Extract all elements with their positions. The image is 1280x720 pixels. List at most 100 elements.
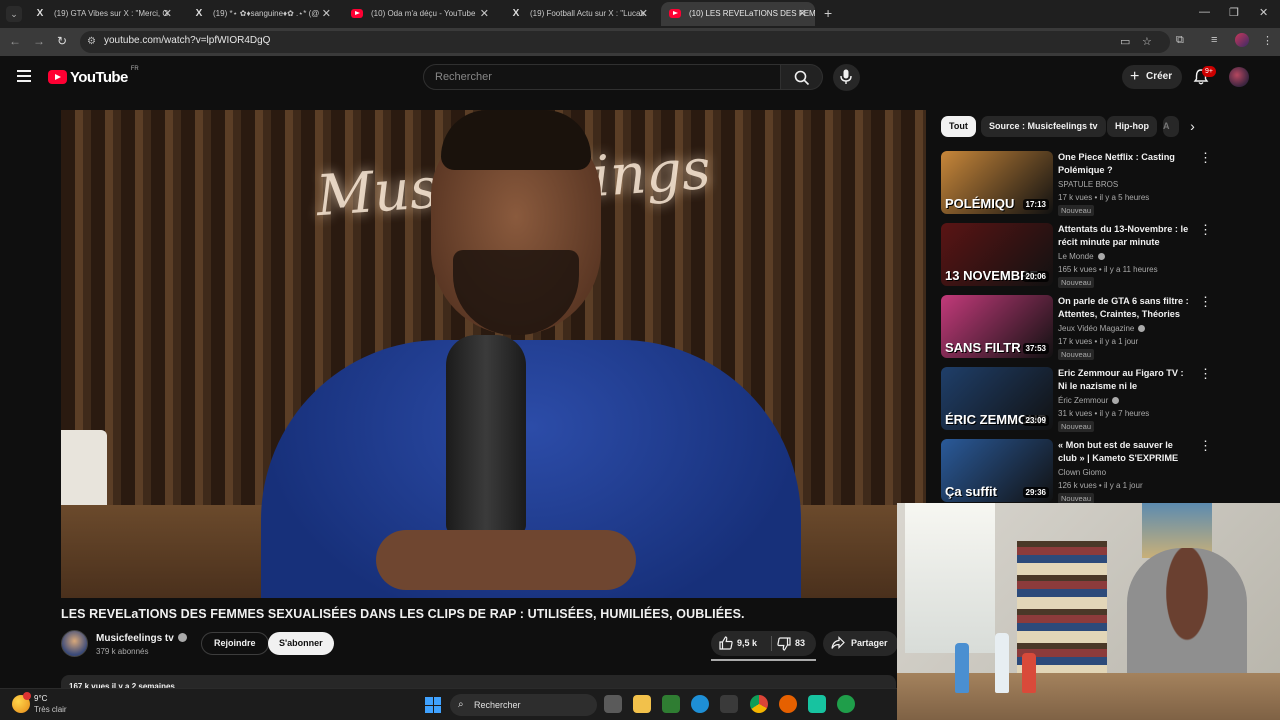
share-button[interactable]: Partager xyxy=(823,631,898,656)
file-explorer-icon[interactable] xyxy=(633,695,651,713)
extensions-icon[interactable]: ⧉ xyxy=(1176,34,1184,47)
youtube-play-icon xyxy=(48,70,67,84)
join-button[interactable]: Rejoindre xyxy=(201,632,269,655)
more-actions-icon[interactable]: ⋮ xyxy=(1199,439,1212,452)
video-thumbnail[interactable]: 13 NOVEMBRE 20:06 xyxy=(941,223,1053,286)
site-info-icon[interactable]: ⚙ xyxy=(87,36,99,48)
close-window-icon[interactable]: ✕ xyxy=(1259,6,1268,19)
video-thumbnail[interactable]: POLÉMIQU 17:13 xyxy=(941,151,1053,214)
more-actions-icon[interactable]: ⋮ xyxy=(1199,223,1212,236)
xbox-icon[interactable] xyxy=(837,695,855,713)
chip-source[interactable]: Source : Musicfeelings tv xyxy=(981,116,1106,137)
reading-list-icon[interactable]: ≡ xyxy=(1211,34,1217,46)
recommendation-channel[interactable]: Éric Zemmour xyxy=(1058,396,1120,405)
recommendation-channel-name[interactable]: SPATULE BROS xyxy=(1058,180,1118,189)
nvidia-icon[interactable] xyxy=(662,695,680,713)
dislike-button[interactable]: 83 xyxy=(777,631,805,656)
youtube-masthead: YouTube FR + Créer 9+ xyxy=(0,56,1280,100)
more-actions-icon[interactable]: ⋮ xyxy=(1199,295,1212,308)
more-actions-icon[interactable]: ⋮ xyxy=(1199,151,1212,164)
chip-truncated[interactable]: A xyxy=(1163,116,1179,137)
recommendation-channel[interactable]: Le Monde xyxy=(1058,252,1105,261)
recommendation-title[interactable]: « Mon but est de sauver le club » | Kame… xyxy=(1058,439,1194,466)
microphone-icon xyxy=(840,69,852,84)
cast-icon[interactable]: ▭ xyxy=(1120,35,1130,48)
more-actions-icon[interactable]: ⋮ xyxy=(1199,367,1212,380)
browser-tab[interactable]: (10) Oda m'a déçu - YouTube ✕ xyxy=(343,2,497,26)
close-icon[interactable]: ✕ xyxy=(322,2,331,26)
close-icon[interactable]: ✕ xyxy=(163,2,172,26)
create-button[interactable]: + Créer xyxy=(1122,65,1183,89)
windows-start-icon[interactable] xyxy=(425,697,441,713)
hamburger-menu-icon[interactable] xyxy=(17,70,31,82)
account-avatar[interactable] xyxy=(1229,67,1249,87)
new-badge: Nouveau xyxy=(1058,349,1095,360)
recommendation-channel-name[interactable]: Jeux Vidéo Magazine xyxy=(1058,324,1134,333)
channel-name[interactable]: Musicfeelings tv xyxy=(96,632,187,644)
video-thumbnail[interactable]: ÉRIC ZEMMOUR 23:09 xyxy=(941,367,1053,430)
recommendation-title[interactable]: On parle de GTA 6 sans filtre : Attentes… xyxy=(1058,295,1194,322)
bookmark-star-icon[interactable]: ☆ xyxy=(1142,35,1152,48)
edge-icon[interactable] xyxy=(691,695,709,713)
app-icon[interactable] xyxy=(808,695,826,713)
chip-all[interactable]: Tout xyxy=(941,116,976,137)
tab-search-dropdown-icon[interactable]: ⌄ xyxy=(6,6,22,22)
youtube-logo[interactable]: YouTube FR xyxy=(48,66,139,86)
search-button[interactable] xyxy=(781,64,823,90)
video-player[interactable]: Musicfeelings xyxy=(61,110,926,598)
subscribe-button[interactable]: S'abonner xyxy=(268,632,334,655)
recommendation-channel-name[interactable]: Éric Zemmour xyxy=(1058,396,1108,405)
recommendation-title[interactable]: Attentats du 13-Novembre : le récit minu… xyxy=(1058,223,1194,250)
restore-icon[interactable]: ❐ xyxy=(1229,6,1239,19)
recommendation-channel[interactable]: Jeux Vidéo Magazine xyxy=(1058,324,1146,333)
recommendation-channel-name[interactable]: Le Monde xyxy=(1058,252,1094,261)
recommendation-channel[interactable]: SPATULE BROS xyxy=(1058,180,1118,189)
recommendation-channel[interactable]: Clown Giomo xyxy=(1058,468,1106,477)
x-logo-icon: X xyxy=(512,8,520,19)
chevron-right-icon[interactable]: › xyxy=(1182,116,1203,137)
address-bar[interactable]: ⚙ youtube.com/watch?v=lpfWIOR4DgQ ▭ ☆ xyxy=(80,31,1170,53)
url-text[interactable]: youtube.com/watch?v=lpfWIOR4DgQ xyxy=(104,35,270,46)
recommendation-item[interactable]: SANS FILTR 37:53 On parle de GTA 6 sans fi… xyxy=(941,295,1212,361)
profile-avatar[interactable] xyxy=(1235,33,1249,47)
taskbar-search[interactable]: ⌕ Rechercher xyxy=(450,694,597,716)
search-input[interactable] xyxy=(435,71,755,83)
recommendation-title[interactable]: Eric Zemmour au Figaro TV : Ni le nazism… xyxy=(1058,367,1194,394)
firefox-icon[interactable] xyxy=(779,695,797,713)
recommendation-item[interactable]: Ça suffit 29:36 « Mon but est de sauver le… xyxy=(941,439,1212,505)
new-badge: Nouveau xyxy=(1058,205,1095,216)
menu-kebab-icon[interactable]: ⋮ xyxy=(1262,34,1273,47)
new-tab-icon[interactable]: + xyxy=(824,5,832,21)
notification-badge: 9+ xyxy=(1202,66,1216,77)
tab-title: (19) GTA Vibes sur X : "Merci, G xyxy=(54,9,169,18)
close-icon[interactable]: ✕ xyxy=(798,2,807,26)
recommendation-item[interactable]: POLÉMIQU 17:13 One Piece Netflix : Casting… xyxy=(941,151,1212,217)
close-icon[interactable]: ✕ xyxy=(639,2,648,26)
task-view-icon[interactable] xyxy=(604,695,622,713)
recommendation-item[interactable]: ÉRIC ZEMMOUR 23:09 Eric Zemmour au Figaro … xyxy=(941,367,1212,433)
browser-tab[interactable]: X (19) Football Actu sur X : "Lucas ✕ xyxy=(502,2,656,26)
chip-hip-hop[interactable]: Hip-hop xyxy=(1107,116,1157,137)
channel-name-text[interactable]: Musicfeelings tv xyxy=(96,633,174,644)
minimize-icon[interactable]: — xyxy=(1199,6,1210,18)
video-thumbnail[interactable]: Ça suffit 29:36 xyxy=(941,439,1053,502)
store-icon[interactable] xyxy=(720,695,738,713)
recommendation-title[interactable]: One Piece Netflix : Casting Polémique ? xyxy=(1058,151,1194,178)
tab-title: (19) *⋆ ✿♦sanguine♦✿ .⋆* (@ xyxy=(213,9,320,18)
back-icon[interactable]: ← xyxy=(9,34,21,48)
browser-tab[interactable]: X (19) *⋆ ✿♦sanguine♦✿ .⋆* (@ ✕ xyxy=(185,2,339,26)
recommendation-channel-name[interactable]: Clown Giomo xyxy=(1058,468,1106,477)
recommendation-item[interactable]: 13 NOVEMBRE 20:06 Attentats du 13-Novembre… xyxy=(941,223,1212,289)
chrome-icon[interactable] xyxy=(750,695,768,713)
channel-avatar[interactable] xyxy=(61,630,88,657)
reload-icon[interactable]: ↻ xyxy=(57,34,67,48)
forward-icon[interactable]: → xyxy=(33,34,45,48)
bottle xyxy=(1022,653,1036,693)
voice-search-button[interactable] xyxy=(833,64,860,91)
browser-tab[interactable]: X (19) GTA Vibes sur X : "Merci, G ✕ xyxy=(26,2,180,26)
bottle xyxy=(955,643,969,693)
close-icon[interactable]: ✕ xyxy=(480,2,489,26)
browser-tab-active[interactable]: (10) LES REVELaTIONS DES FEM ✕ xyxy=(661,2,815,26)
like-button[interactable]: 9,5 k xyxy=(719,631,757,656)
video-thumbnail[interactable]: SANS FILTR 37:53 xyxy=(941,295,1053,358)
